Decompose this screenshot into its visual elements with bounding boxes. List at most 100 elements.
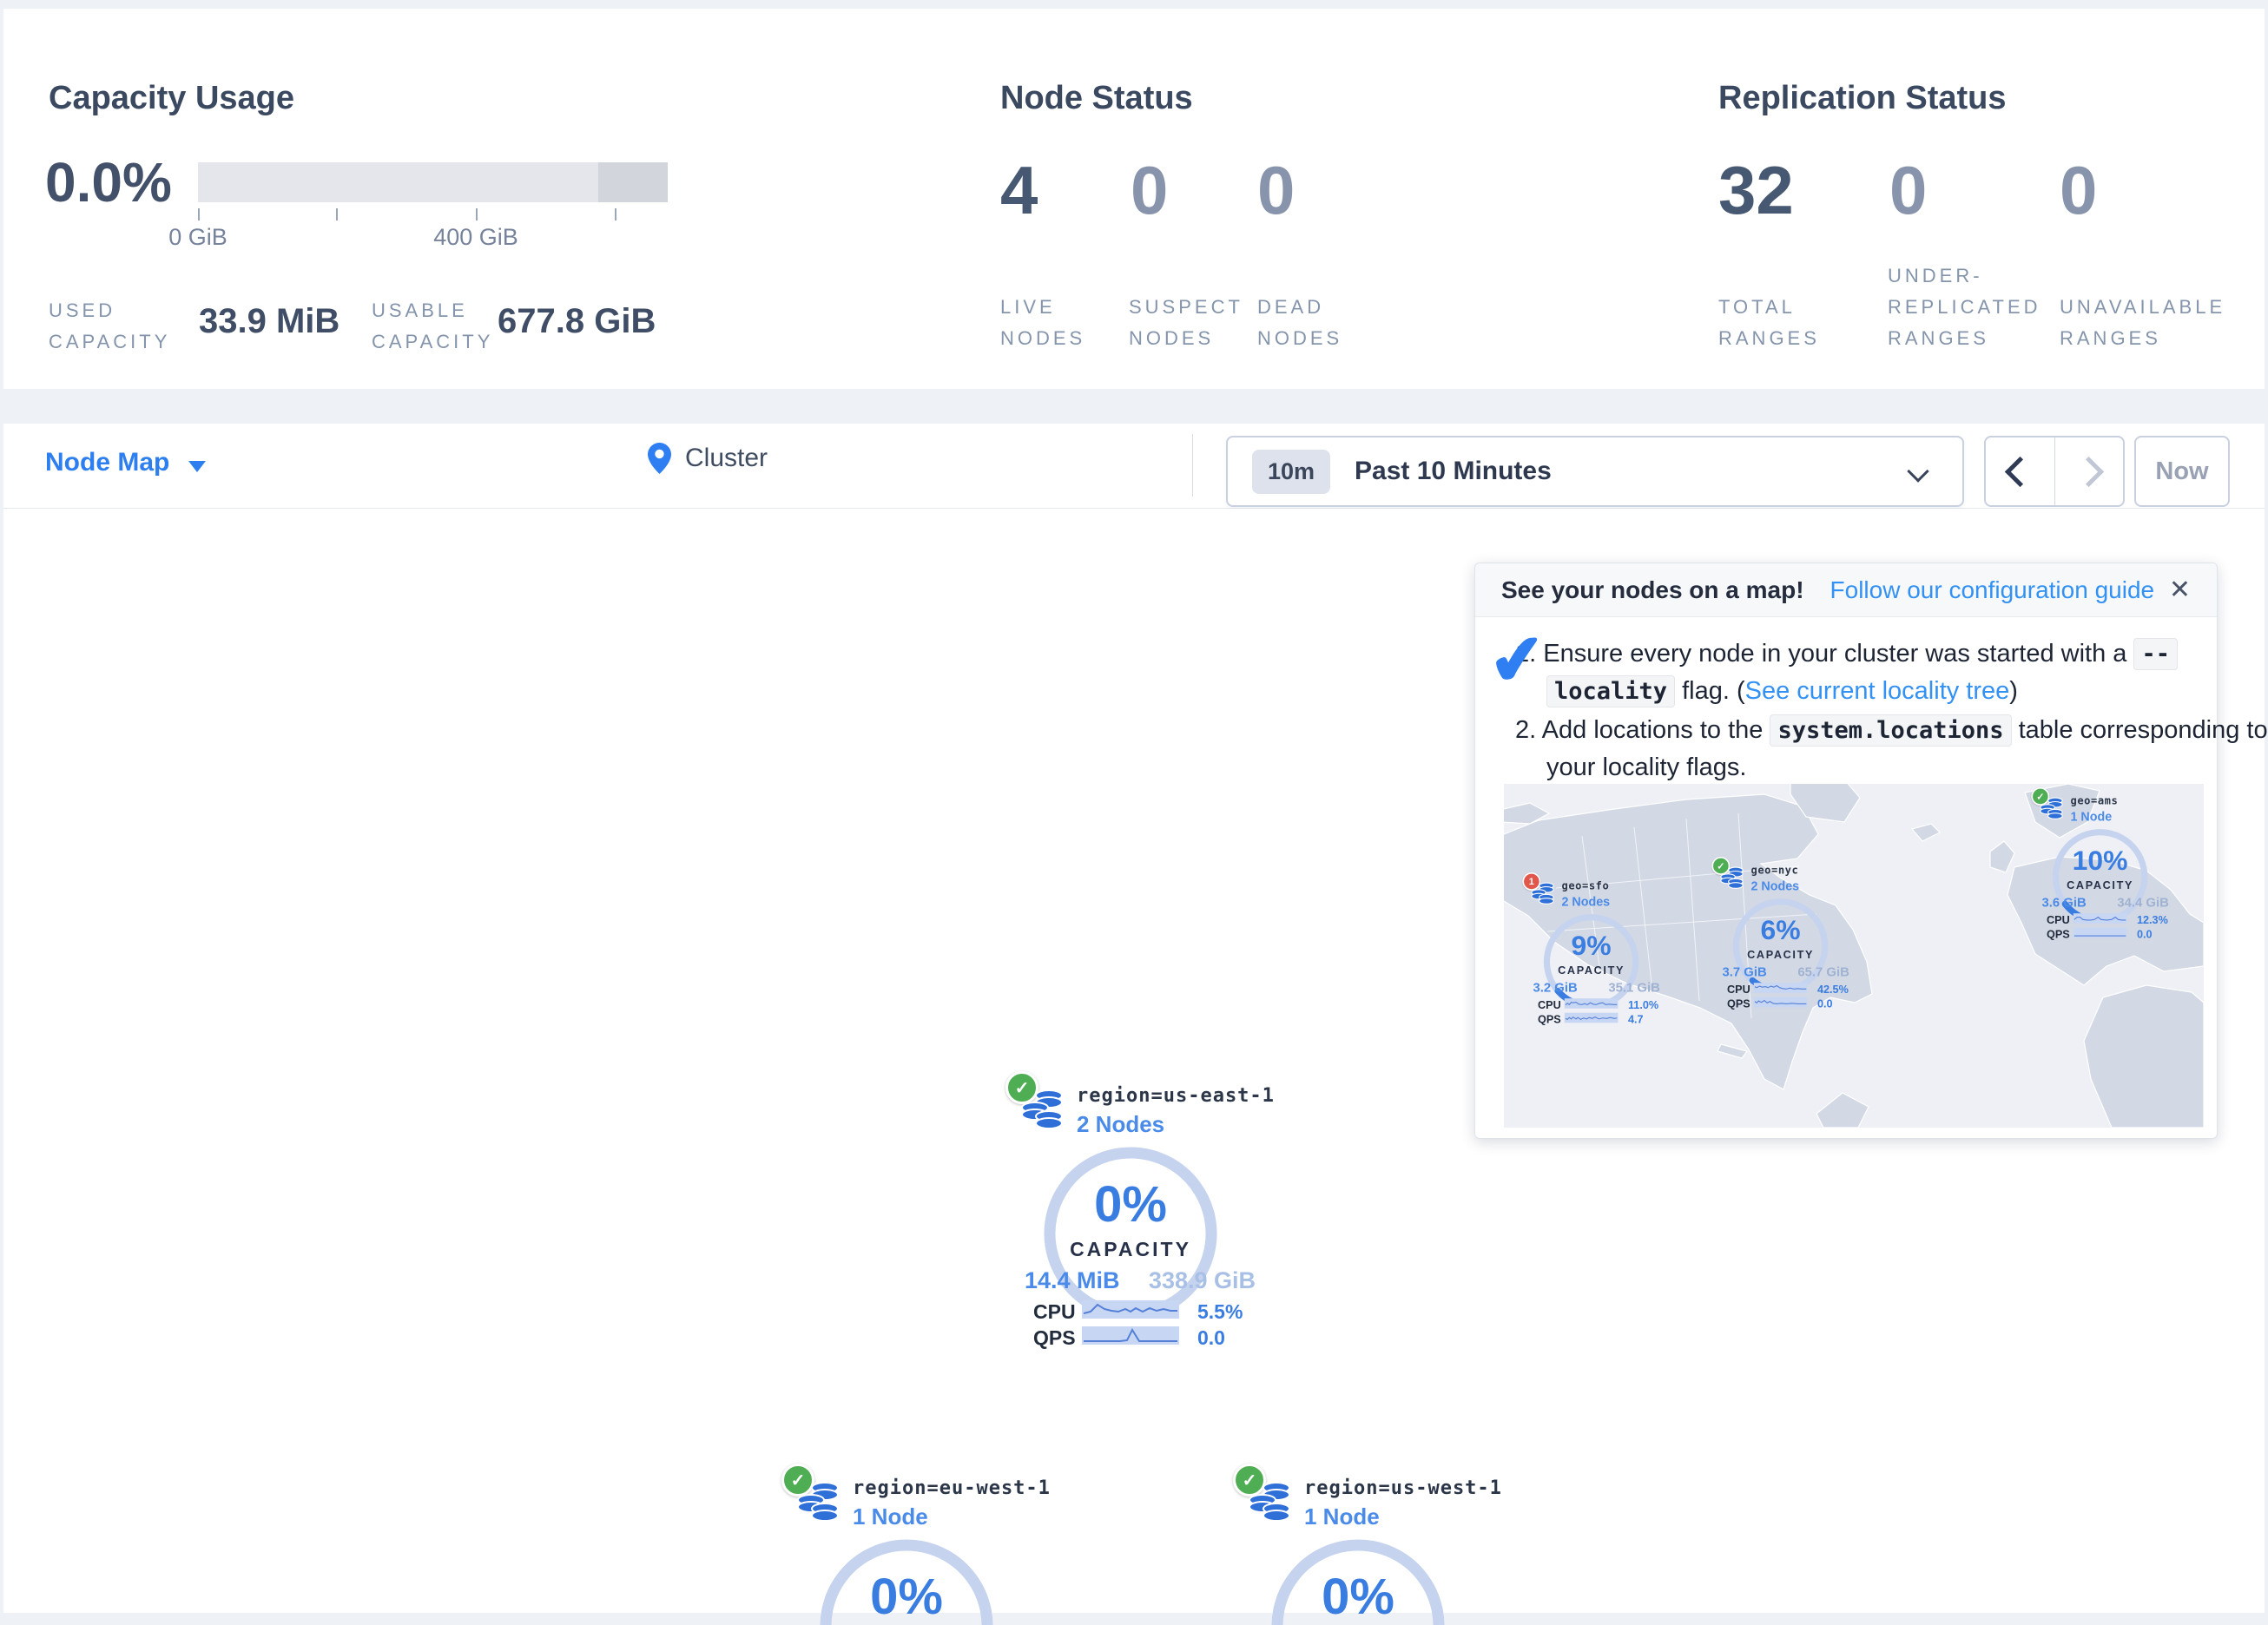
cpu-sparkline	[1565, 998, 1619, 1009]
nodes-on-map-popup: See your nodes on a map! Follow our conf…	[1474, 562, 2218, 1139]
nodes-count-link[interactable]: 2 Nodes	[1751, 878, 1800, 893]
cpu-label: CPU	[1033, 1300, 1076, 1324]
time-back-button[interactable]	[1986, 438, 2054, 505]
used-capacity: 3.2 GiB	[1533, 980, 1578, 995]
capacity-usage-percent: 0.0%	[45, 155, 172, 210]
qps-label: QPS	[1033, 1326, 1076, 1350]
popup-title: See your nodes on a map!	[1501, 576, 1804, 604]
capacity-percent: 0%	[1044, 1175, 1217, 1234]
total-capacity: 35.1 GiB	[1608, 980, 1659, 995]
capacity-percent: 9%	[1544, 930, 1639, 962]
system-locations-code: system.locations	[1770, 714, 2011, 747]
qps-sparkline	[1082, 1326, 1179, 1345]
axis-tick-label: 0 GiB	[168, 224, 227, 251]
capacity-usage-title: Capacity Usage	[49, 80, 294, 117]
dead-nodes-label: DEADNODES	[1257, 292, 1342, 354]
region-card-eu-west-1[interactable]: ✓ region=eu-west-1 1 Node 0% CAPACITY 9.…	[775, 1464, 1052, 1625]
total-capacity: 34.4 GiB	[2117, 895, 2168, 910]
under-replicated-label: UNDER- REPLICATED RANGES	[1888, 260, 2041, 354]
total-ranges-count: 32	[1718, 156, 1794, 224]
step-1-line-2: locality flag. (See current locality tre…	[1546, 677, 2018, 706]
database-stack-icon	[2040, 797, 2064, 819]
locality-label: region=eu-west-1	[853, 1477, 1051, 1499]
qps-label: QPS	[1538, 1013, 1561, 1026]
chevron-down-icon	[1907, 460, 1928, 482]
cpu-label: CPU	[1727, 983, 1750, 996]
locality-label: region=us-east-1	[1077, 1085, 1275, 1107]
chevron-down-icon	[188, 461, 206, 472]
capacity-gauge	[1044, 1147, 1217, 1320]
unavailable-ranges-count: 0	[2060, 156, 2097, 224]
cpu-value: 5.5%	[1197, 1300, 1243, 1324]
dead-nodes-count: 0	[1257, 156, 1295, 224]
time-forward-button[interactable]	[2054, 438, 2124, 505]
breadcrumb-label: Cluster	[685, 444, 768, 473]
capacity-percent: 0%	[1271, 1568, 1445, 1625]
view-selector-label: Node Map	[45, 448, 169, 477]
capacity-usage-bar-segment	[598, 162, 668, 202]
locality-breadcrumb[interactable]: Cluster	[648, 443, 768, 474]
database-stack-icon	[1720, 866, 1744, 889]
map-node-geo-sfo[interactable]: 1 geo=sfo 2 Nodes 9% CAPACITY 3.2 GiB 35…	[1519, 872, 1671, 1032]
capacity-usage-bar	[198, 162, 668, 202]
nodes-count-link[interactable]: 1 Node	[1304, 1503, 1380, 1530]
nodes-count-link[interactable]: 1 Node	[2071, 809, 2113, 824]
map-node-geo-nyc[interactable]: ✓ geo=nyc 2 Nodes 6% CAPACITY 3.7 GiB 65…	[1708, 857, 1861, 1016]
cpu-label: CPU	[1538, 998, 1561, 1011]
now-button[interactable]: Now	[2134, 436, 2230, 507]
unavailable-ranges-label: UNAVAILABLERANGES	[2060, 292, 2225, 354]
locality-flag-code: locality	[1546, 675, 1675, 707]
cpu-value: 11.0%	[1628, 998, 1658, 1011]
database-stack-icon	[1249, 1481, 1292, 1523]
capacity-percent: 0%	[820, 1568, 993, 1625]
usable-capacity-label: USABLE CAPACITY	[372, 295, 493, 358]
locality-tree-link[interactable]: See current locality tree	[1745, 677, 2010, 705]
cpu-label: CPU	[2047, 913, 2070, 926]
axis-tick-label: 400 GiB	[433, 224, 518, 251]
live-nodes-count: 4	[1000, 156, 1038, 224]
step-2-line-2: your locality flags.	[1546, 753, 1747, 782]
capacity-label: CAPACITY	[2053, 879, 2148, 892]
close-icon[interactable]: ✕	[2169, 577, 2191, 603]
time-range-badge: 10m	[1252, 450, 1330, 494]
usable-capacity-value: 677.8 GiB	[498, 302, 656, 341]
locality-label: geo=ams	[2071, 795, 2119, 807]
view-selector-dropdown[interactable]: Node Map	[45, 448, 206, 477]
used-capacity: 3.6 GiB	[2042, 895, 2087, 910]
cluster-summary-panel: Capacity Usage 0.0% 0 GiB 400 GiB USED C…	[3, 9, 2265, 389]
suspect-nodes-count: 0	[1131, 156, 1168, 224]
chevron-right-icon	[2074, 456, 2104, 486]
popup-header: See your nodes on a map! Follow our conf…	[1475, 563, 2217, 617]
used-capacity: 14.4 MiB	[1025, 1267, 1120, 1294]
map-pin-icon	[648, 443, 671, 474]
toolbar-divider	[1192, 434, 1193, 497]
time-range-selector[interactable]: 10m Past 10 Minutes	[1226, 436, 1964, 507]
region-card-us-east-1[interactable]: ✓ region=us-east-1 2 Nodes 0% CAPACITY 1…	[999, 1071, 1276, 1362]
cpu-sparkline	[1754, 983, 1808, 993]
capacity-percent: 10%	[2053, 845, 2148, 877]
region-card-us-west-1[interactable]: ✓ region=us-west-1 1 Node 0% CAPACITY 9.…	[1226, 1464, 1504, 1625]
axis-tick	[336, 208, 338, 220]
step-1-line-1: 1. Ensure every node in your cluster was…	[1515, 640, 2178, 668]
nodes-count-link[interactable]: 2 Nodes	[1562, 894, 1611, 909]
configuration-guide-link[interactable]: Follow our configuration guide	[1830, 576, 2155, 604]
time-range-label: Past 10 Minutes	[1355, 457, 1552, 486]
qps-value: 0.0	[1817, 997, 1833, 1010]
time-step-controls	[1984, 436, 2125, 507]
step-2-number: 2.	[1515, 716, 1536, 744]
nodes-count-link[interactable]: 2 Nodes	[1077, 1111, 1164, 1138]
used-capacity-value: 33.9 MiB	[199, 302, 340, 341]
step-2-line-1: 2. Add locations to the system.locations…	[1515, 716, 2268, 745]
locality-flag-code: --	[2133, 638, 2178, 670]
qps-label: QPS	[2047, 928, 2070, 941]
cpu-value: 42.5%	[1817, 983, 1849, 996]
qps-sparkline	[2074, 928, 2127, 938]
qps-value: 4.7	[1628, 1013, 1644, 1026]
live-nodes-label: LIVENODES	[1000, 292, 1085, 354]
map-node-geo-ams[interactable]: ✓ geo=ams 1 Node 10% CAPACITY 3.6 GiB 34…	[2027, 787, 2180, 947]
qps-value: 0.0	[1197, 1326, 1225, 1350]
used-capacity-label: USED CAPACITY	[49, 295, 170, 358]
total-ranges-label: TOTALRANGES	[1718, 292, 1820, 354]
nodes-count-link[interactable]: 1 Node	[853, 1503, 928, 1530]
total-capacity: 65.7 GiB	[1797, 964, 1849, 979]
